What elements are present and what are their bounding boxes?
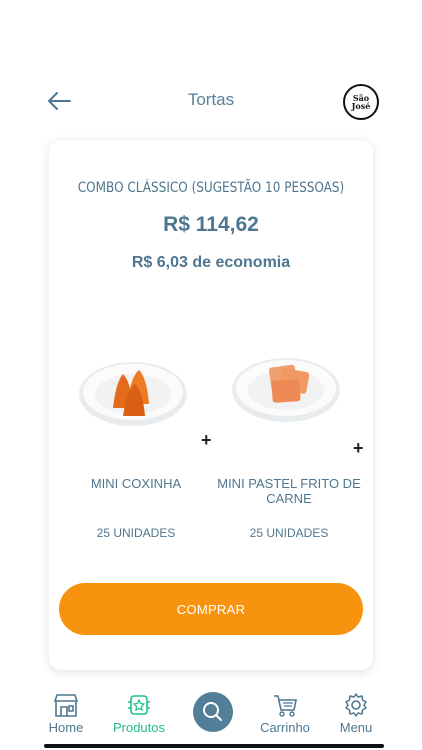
- plus-icon: +: [201, 430, 212, 450]
- tab-cart[interactable]: Carrinho: [250, 692, 320, 735]
- store-icon: [53, 694, 79, 717]
- product-quantity: 25 UNIDADES: [96, 526, 176, 540]
- product-item[interactable]: MINI PASTEL FRITO DE CARNE 25 UNIDADES: [214, 346, 364, 540]
- product-item[interactable]: MINI COXINHA 25 UNIDADES: [61, 346, 211, 540]
- combo-title: COMBO CLÁSSICO (SUGESTÃO 10 PESSOAS): [77, 180, 345, 196]
- plus-icon: +: [353, 438, 364, 458]
- product-quantity: 25 UNIDADES: [249, 526, 329, 540]
- tab-bar: Home Produtos Carrinho Menu: [0, 690, 422, 750]
- search-button[interactable]: [193, 692, 233, 732]
- product-list[interactable]: MINI COXINHA 25 UNIDADES + MINI PASTEL F…: [61, 346, 373, 546]
- products-icon: [128, 695, 150, 715]
- product-name: MINI COXINHA: [90, 476, 182, 491]
- coxinha-image: [79, 362, 187, 426]
- combo-card: COMBO CLÁSSICO (SUGESTÃO 10 PESSOAS) R$ …: [49, 140, 373, 670]
- search-icon: [203, 702, 222, 721]
- product-name: MINI PASTEL FRITO DE CARNE: [217, 476, 361, 506]
- tab-home[interactable]: Home: [31, 692, 101, 735]
- buy-button[interactable]: COMPRAR: [59, 583, 363, 635]
- combo-saving: R$ 6,03 de economia: [131, 254, 291, 271]
- pastel-image: [232, 358, 340, 422]
- gear-icon: [345, 693, 367, 717]
- home-indicator: [44, 744, 384, 748]
- header: Tortas São José: [0, 84, 422, 120]
- tab-products[interactable]: Produtos: [104, 692, 174, 735]
- brand-logo: São José: [343, 84, 379, 120]
- combo-price: R$ 114,62: [163, 213, 259, 236]
- cart-icon: [274, 695, 297, 717]
- tab-menu[interactable]: Menu: [321, 692, 391, 735]
